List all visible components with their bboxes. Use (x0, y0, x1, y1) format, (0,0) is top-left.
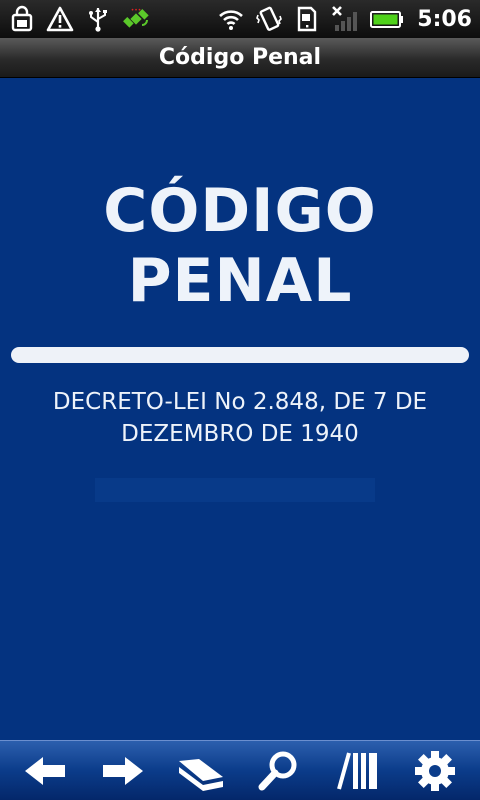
forward-button[interactable] (93, 745, 153, 797)
svg-text:•••: ••• (131, 7, 142, 14)
page-heading: CÓDIGO PENAL (103, 176, 377, 316)
wifi-icon (217, 5, 245, 33)
satellite-icon: ••• (122, 5, 150, 33)
back-arrow-icon (25, 756, 65, 785)
status-left-icons: ••• (8, 5, 150, 33)
settings-gear-icon (415, 750, 455, 791)
no-signal-icon (331, 5, 359, 33)
placeholder-block (95, 478, 375, 502)
app-title: Código Penal (158, 45, 322, 70)
search-button[interactable] (249, 745, 309, 797)
forward-arrow-icon (103, 756, 143, 785)
book-icon (179, 758, 223, 791)
bottom-toolbar (0, 740, 480, 800)
settings-button[interactable] (405, 745, 465, 797)
decree-subtitle: DECRETO-LEI No 2.848, DE 7 DE DEZEMBRO D… (52, 389, 428, 447)
usb-icon (84, 5, 112, 33)
content-area: CÓDIGO PENAL DECRETO-LEI No 2.848, DE 7 … (0, 78, 480, 740)
book-button[interactable] (171, 745, 231, 797)
search-icon (258, 751, 297, 790)
library-button[interactable] (327, 745, 387, 797)
shopping-bag-icon (8, 5, 36, 33)
clock: 5:06 (417, 6, 472, 32)
status-right-icons: 5:06 (217, 5, 472, 33)
warning-icon (46, 5, 74, 33)
app-title-bar: Código Penal (0, 38, 480, 78)
battery-icon (369, 5, 405, 33)
divider-bar (11, 347, 469, 363)
vibrate-icon (255, 5, 283, 33)
status-bar: ••• 5:06 (0, 0, 480, 38)
library-icon (337, 751, 377, 790)
sd-card-icon (293, 5, 321, 33)
back-button[interactable] (15, 745, 75, 797)
